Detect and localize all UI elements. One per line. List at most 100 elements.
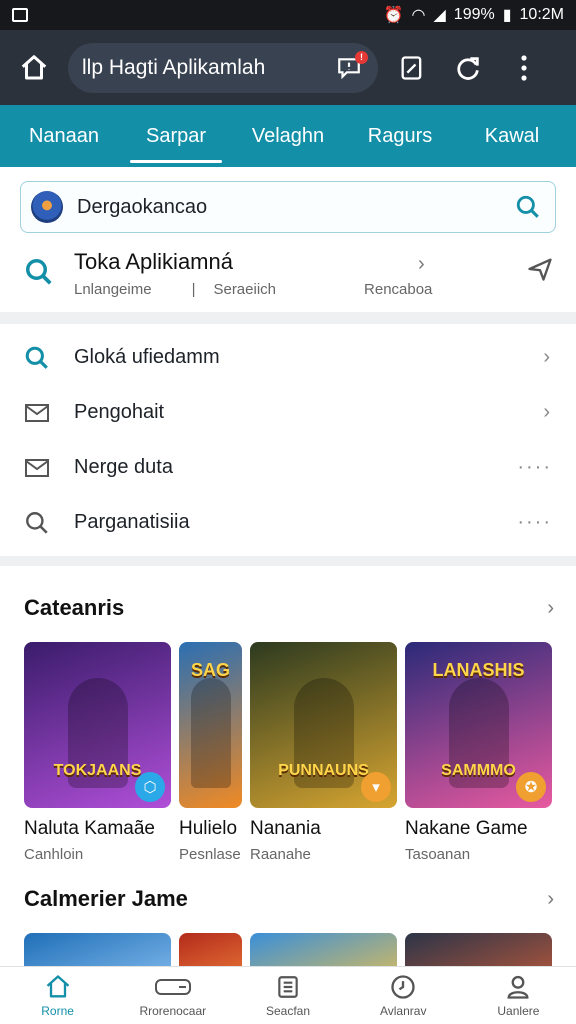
nav-label: Uanlere — [497, 1004, 540, 1018]
battery-icon: ▮ — [502, 7, 512, 24]
menu-item[interactable]: Parganatisiia ···· — [0, 495, 576, 550]
game-category: Canhloin — [24, 846, 84, 863]
refresh-button[interactable] — [446, 46, 490, 90]
menu-item-label: Gloká ufiedamm — [74, 346, 220, 368]
chevron-right-icon[interactable]: › — [547, 888, 554, 911]
edit-button[interactable] — [390, 46, 434, 90]
menu-item-label: Pengohait — [74, 401, 165, 423]
tab-3[interactable]: Ragurs — [344, 105, 456, 167]
chevron-right-icon: › — [543, 401, 552, 423]
store-row[interactable]: Toka Aplikiamná Lnlangeime | Seraeiich R… — [0, 241, 576, 312]
menu-item[interactable]: Pengohait › — [0, 385, 576, 440]
search-icon — [24, 345, 54, 371]
menu-item-label: Nerge duta — [74, 456, 173, 478]
game-art: LANASHIS SAMMMO ✪ — [405, 642, 552, 808]
battery-label: 199% — [453, 6, 495, 23]
messages-button[interactable]: ! — [334, 50, 368, 83]
store-meta-2: Seraeiich — [213, 281, 277, 298]
game-name: Nanania — [250, 818, 321, 839]
tab-1[interactable]: Sarpar — [120, 105, 232, 167]
games-icon — [154, 979, 191, 995]
store-meta: Lnlangeime | Seraeiich Rencaboa — [74, 281, 552, 298]
status-bar: ⏰ ◠ ◢ 199% ▮ 10:2M — [0, 0, 576, 30]
menu-item[interactable]: Nerge duta ···· — [0, 440, 576, 495]
game-card[interactable]: TOKJAANS ⬡ Naluta Kamaãe Canhloin — [24, 642, 171, 863]
nav-search[interactable]: Seacfan — [230, 967, 345, 1024]
store-meta-1: Lnlangeime — [74, 281, 152, 298]
more-button[interactable] — [502, 46, 546, 90]
section-header[interactable]: Calmerier Jame › — [24, 881, 576, 917]
store-search-icon-wrap — [24, 249, 64, 292]
nav-profile[interactable]: Uanlere — [461, 967, 576, 1024]
clock-icon — [391, 975, 415, 999]
search-button[interactable] — [511, 190, 545, 224]
list-icon — [278, 976, 298, 998]
game-name: Nakane Game — [405, 818, 528, 839]
game-card[interactable]: PUNNAUNS ▾ Nanania Raanahe — [250, 642, 397, 863]
game-name: Naluta Kamaãe — [24, 818, 155, 839]
profile-icon — [507, 975, 529, 999]
divider — [0, 312, 576, 324]
search-box[interactable] — [20, 181, 556, 233]
card-row: TOKJAANS ⬡ Naluta Kamaãe Canhloin SAG Hu… — [24, 642, 576, 863]
nav-home[interactable]: Rorne — [0, 967, 115, 1024]
more-vertical-icon — [521, 54, 527, 81]
pin-button[interactable] — [526, 255, 554, 288]
game-card[interactable]: SAG Hulielo Pesnlase — [179, 642, 242, 863]
section-header[interactable]: Cateanris › — [24, 590, 576, 626]
store-meta-separator: | — [191, 281, 196, 298]
menu-item[interactable]: Gloká ufiedamm › — [0, 330, 576, 385]
search-input[interactable] — [77, 195, 511, 219]
avatar[interactable] — [31, 191, 63, 223]
chevron-right-icon[interactable]: › — [418, 253, 425, 276]
tab-bar: Nanaan Sarpar Velaghn Ragurs Kawal — [0, 105, 576, 167]
nav-games[interactable]: Rrorenocaar — [115, 967, 230, 1024]
wifi-icon: ◠ — [411, 7, 426, 24]
title-pill[interactable]: llp Hagti Aplikamlah ! — [68, 42, 378, 93]
search-area — [0, 167, 576, 241]
tab-0[interactable]: Nanaan — [8, 105, 120, 167]
badge-icon: ✪ — [516, 772, 546, 802]
tab-2[interactable]: Velaghn — [232, 105, 344, 167]
home-icon — [21, 54, 47, 79]
chevron-right-icon: › — [543, 346, 552, 368]
menu-list: Gloká ufiedamm › Pengohait › Nerge duta … — [0, 324, 576, 556]
game-category: Pesnlase — [179, 846, 241, 863]
nav-label: Rrorenocaar — [139, 1004, 207, 1018]
signal-icon: ◢ — [433, 7, 446, 24]
edit-icon — [401, 55, 422, 80]
section-title: Calmerier Jame — [24, 886, 188, 911]
gallery-icon — [12, 8, 28, 22]
nav-label: Rorne — [41, 1004, 74, 1018]
character-art — [190, 678, 231, 788]
game-art: TOKJAANS ⬡ — [24, 642, 171, 808]
game-art: PUNNAUNS ▾ — [250, 642, 397, 808]
bottom-nav: Rorne Rrorenocaar Seacfan Avlanrav Uanle… — [0, 966, 576, 1024]
home-button[interactable] — [14, 48, 54, 88]
pin-icon — [528, 258, 552, 281]
app-title: llp Hagti Aplikamlah — [82, 55, 266, 79]
more-horizontal-icon[interactable]: ···· — [517, 456, 552, 479]
game-card[interactable]: LANASHIS SAMMMO ✪ Nakane Game Tasoanan — [405, 642, 552, 863]
more-horizontal-icon[interactable]: ···· — [517, 511, 552, 534]
game-name: Hulielo — [179, 818, 238, 839]
search-icon — [26, 259, 52, 285]
search-outline-icon — [24, 510, 54, 536]
game-category: Raanahe — [250, 846, 311, 863]
nav-history[interactable]: Avlanrav — [346, 967, 461, 1024]
alarm-icon: ⏰ — [383, 7, 404, 24]
store-title: Toka Aplikiamná — [74, 249, 233, 274]
divider — [0, 556, 576, 566]
mail-icon — [24, 457, 54, 479]
nav-label: Seacfan — [265, 1004, 311, 1018]
refresh-icon — [457, 56, 479, 80]
section-title: Cateanris — [24, 595, 125, 620]
shield-icon: ⬡ — [135, 772, 165, 802]
chevron-right-icon[interactable]: › — [547, 597, 554, 620]
section-categories: Cateanris › TOKJAANS ⬡ Naluta Kamaãe Can… — [0, 566, 576, 863]
home-icon — [46, 975, 69, 998]
clock-time: 10:2M — [519, 6, 564, 23]
game-category: Tasoanan — [405, 846, 471, 863]
nav-label: Avlanrav — [379, 1004, 427, 1018]
tab-4[interactable]: Kawal — [456, 105, 568, 167]
